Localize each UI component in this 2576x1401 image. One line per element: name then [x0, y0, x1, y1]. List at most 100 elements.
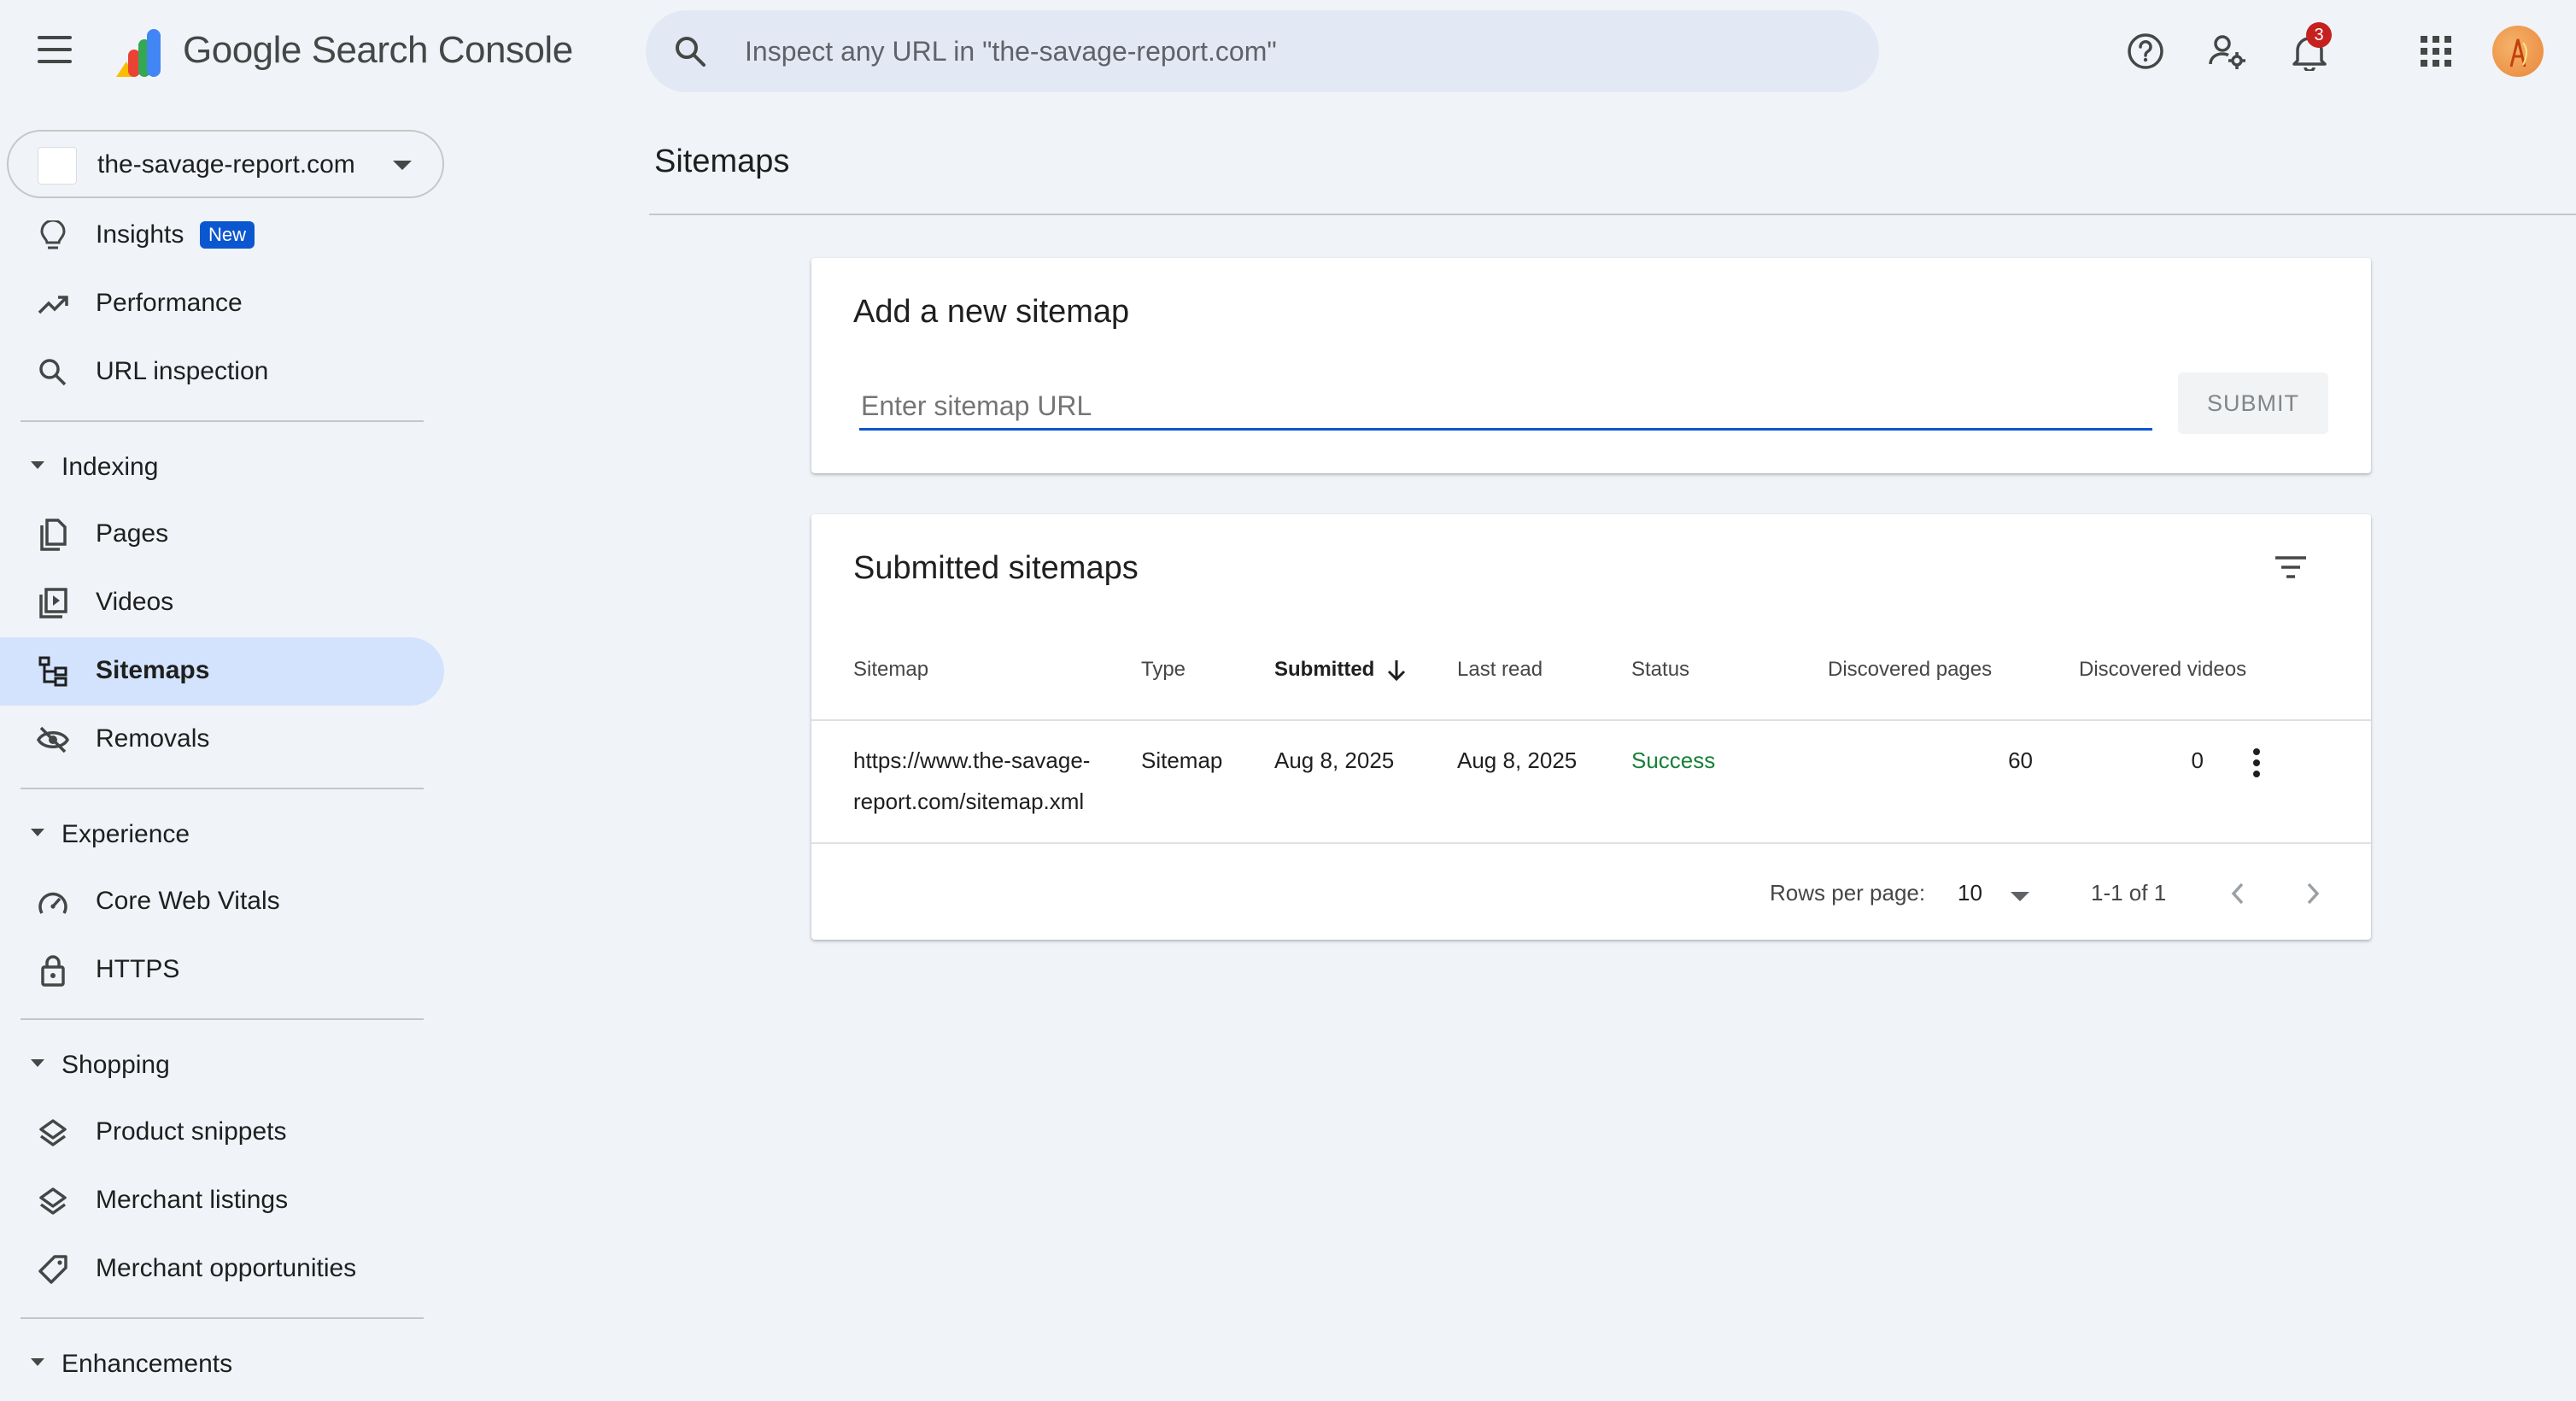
main-menu-button[interactable]	[31, 31, 79, 72]
collapse-arrow-icon	[31, 461, 44, 469]
sitemap-url-line-1: https://www.the-savage-	[853, 747, 1091, 773]
collapse-arrow-icon	[31, 1358, 44, 1366]
column-header-submitted[interactable]: Submitted	[1274, 658, 1407, 683]
next-page-button[interactable]	[2292, 873, 2333, 914]
google-apps-button[interactable]	[2412, 27, 2460, 75]
account-settings-button[interactable]	[2204, 27, 2251, 75]
submit-button[interactable]: SUBMIT	[2178, 372, 2328, 434]
lightbulb-icon	[36, 220, 70, 251]
search-icon	[36, 357, 70, 388]
sidebar-divider	[20, 788, 424, 789]
page-title: Sitemaps	[654, 144, 790, 179]
sidebar-item-label: URL inspection	[96, 357, 269, 385]
search-console-app: Google Search Console Inspect any URL in…	[0, 0, 2576, 1401]
filter-button[interactable]	[2269, 547, 2313, 588]
collapse-arrow-icon	[31, 829, 44, 836]
sidebar-item-label: Sitemaps	[96, 656, 210, 684]
sidebar-item-label: Merchant opportunities	[96, 1254, 357, 1282]
column-header-discovered-videos[interactable]: Discovered videos	[2079, 658, 2246, 682]
pagination-range: 1-1 of 1	[2091, 880, 2167, 906]
sitemap-type: Sitemap	[1141, 747, 1223, 773]
sidebar-item-core-web-vitals[interactable]: Core Web Vitals	[0, 868, 444, 936]
sort-descending-icon	[1388, 659, 1406, 681]
top-app-bar: Google Search Console Inspect any URL in…	[0, 0, 2576, 103]
sidebar-item-label: Product snippets	[96, 1117, 287, 1146]
sidebar-item-merchant-listings[interactable]: Merchant listings	[0, 1167, 444, 1235]
header-divider	[811, 719, 2371, 721]
sidebar-item-merchant-opportunities[interactable]: Merchant opportunities	[0, 1235, 444, 1304]
dropdown-caret-icon	[2011, 892, 2029, 901]
sidebar-item-url-inspection[interactable]: URL inspection	[0, 338, 444, 407]
column-header-type[interactable]: Type	[1141, 658, 1186, 682]
rows-per-page-label: Rows per page:	[1770, 880, 1926, 906]
manage-accounts-icon	[2209, 35, 2245, 69]
status-badge: Success	[1631, 747, 1716, 773]
video-library-icon	[36, 588, 70, 618]
lock-icon	[36, 955, 70, 987]
column-header-last-read[interactable]: Last read	[1457, 658, 1543, 682]
property-favicon	[38, 147, 77, 185]
section-shopping[interactable]: Shopping	[0, 1034, 444, 1093]
section-enhancements[interactable]: Enhancements	[0, 1333, 444, 1392]
sitemap-url-input[interactable]	[859, 384, 2152, 431]
avatar-image-icon	[2509, 38, 2527, 67]
column-header-sitemap[interactable]: Sitemap	[853, 658, 928, 682]
section-experience[interactable]: Experience	[0, 803, 444, 863]
rows-per-page-value: 10	[1958, 880, 1982, 906]
rows-per-page-select[interactable]: 10	[1947, 871, 2041, 914]
sidebar-item-pages[interactable]: Pages	[0, 501, 444, 569]
submitted-sitemaps-title: Submitted sitemaps	[853, 550, 1139, 586]
more-vert-icon	[2253, 748, 2260, 777]
section-label: Indexing	[61, 453, 159, 481]
sidebar-item-sitemaps[interactable]: Sitemaps	[0, 637, 444, 706]
collapse-arrow-icon	[31, 1059, 44, 1067]
row-more-button[interactable]	[2239, 742, 2274, 784]
last-read-date: Aug 8, 2025	[1457, 747, 1578, 773]
user-avatar[interactable]	[2492, 26, 2544, 77]
url-inspection-search[interactable]	[646, 10, 1879, 92]
sidebar-item-https[interactable]: HTTPS	[0, 936, 444, 1005]
submitted-sitemaps-card: Submitted sitemaps Sitemap Type Submitte…	[811, 514, 2371, 940]
sidebar-item-product-snippets[interactable]: Product snippets	[0, 1099, 444, 1167]
visibility-off-icon	[36, 724, 70, 755]
search-icon	[676, 37, 705, 67]
speed-gauge-icon	[36, 887, 70, 917]
row-divider	[811, 842, 2371, 844]
sidebar-item-label: HTTPS	[96, 955, 180, 983]
add-sitemap-title: Add a new sitemap	[853, 294, 1130, 330]
sidebar-item-performance[interactable]: Performance	[0, 270, 444, 338]
help-icon	[2128, 33, 2163, 69]
sidebar-item-label: Insights	[96, 220, 184, 249]
layers-icon	[36, 1117, 70, 1148]
tag-icon	[36, 1254, 70, 1285]
property-name: the-savage-report.com	[97, 150, 355, 179]
section-indexing[interactable]: Indexing	[0, 436, 444, 495]
layers-icon	[36, 1186, 70, 1216]
sidebar-divider	[20, 420, 424, 422]
sitemap-icon	[36, 656, 70, 687]
sidebar-item-label: Videos	[96, 588, 174, 616]
add-sitemap-card: Add a new sitemap SUBMIT	[811, 258, 2371, 473]
submitted-date: Aug 8, 2025	[1274, 747, 1395, 773]
sidebar-item-videos[interactable]: Videos	[0, 569, 444, 637]
discovered-pages-count: 60	[2008, 747, 2033, 773]
pages-icon	[36, 519, 70, 551]
sidebar-item-label: Performance	[96, 289, 243, 317]
section-label: Experience	[61, 820, 190, 848]
chevron-right-icon	[2307, 882, 2320, 905]
sidebar-item-label: Core Web Vitals	[96, 887, 280, 915]
search-console-logo-icon	[116, 29, 161, 77]
help-button[interactable]	[2122, 27, 2169, 75]
url-inspection-input[interactable]	[745, 29, 1838, 73]
column-header-label: Submitted	[1274, 658, 1375, 681]
column-header-discovered-pages[interactable]: Discovered pages	[1828, 658, 1992, 682]
column-header-status[interactable]: Status	[1631, 658, 1689, 682]
previous-page-button[interactable]	[2217, 873, 2258, 914]
apps-grid-icon	[2421, 36, 2451, 67]
property-selector[interactable]: the-savage-report.com	[7, 130, 444, 198]
sidebar-item-label: Merchant listings	[96, 1186, 289, 1214]
new-badge: New	[200, 221, 255, 249]
sidebar-item-removals[interactable]: Removals	[0, 706, 444, 774]
sidebar-divider	[20, 1018, 424, 1020]
trending-up-icon	[36, 289, 70, 319]
